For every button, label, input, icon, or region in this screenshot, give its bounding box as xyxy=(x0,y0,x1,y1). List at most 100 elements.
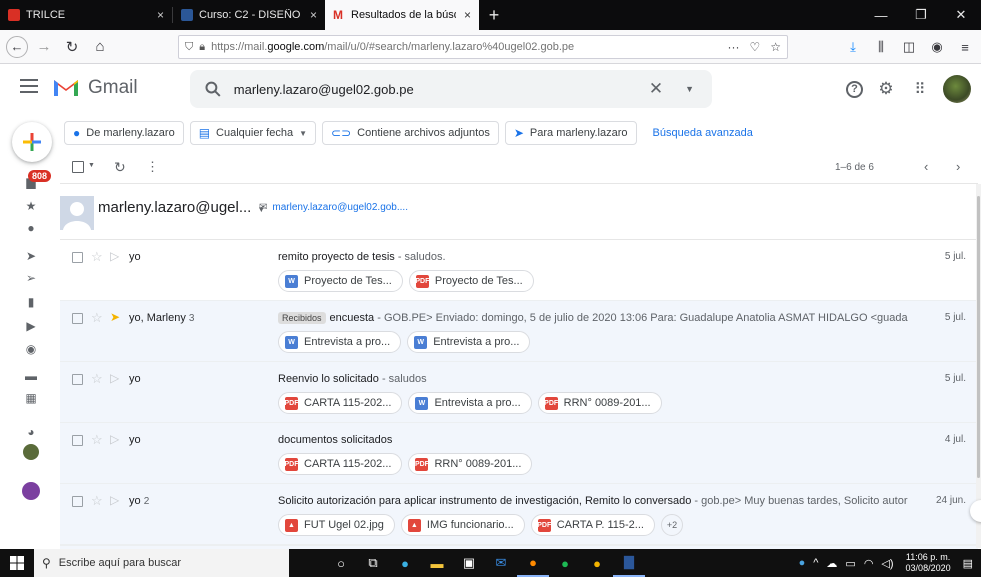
prev-page-icon[interactable]: ‹ xyxy=(924,159,928,174)
message-row[interactable]: ☆ ▷ yo Reenvio lo solicitado - saludos 5 jul… xyxy=(60,362,978,423)
message-row[interactable]: ☆ ▷ yo documentos solicitados 4 jul. PDF CARTA… xyxy=(60,423,978,484)
mail-icon[interactable]: ✉ xyxy=(485,549,517,577)
home-icon[interactable]: ⌂ xyxy=(88,35,112,59)
chip-to[interactable]: ➤ Para marleny.lazaro xyxy=(504,121,637,145)
library-icon[interactable]: ⫼ xyxy=(869,39,893,55)
minimize-icon[interactable]: — xyxy=(861,0,901,30)
row-checkbox[interactable] xyxy=(72,313,83,324)
volume-icon[interactable]: ◁) xyxy=(881,557,893,570)
search-input[interactable] xyxy=(233,81,649,97)
more-options-icon[interactable]: ⋮ xyxy=(146,159,159,175)
attachment-chip[interactable]: W Entrevista a pro... xyxy=(278,331,402,353)
chip-date[interactable]: ▤ Cualquier fecha ▼ xyxy=(189,121,317,145)
menu-icon[interactable]: ≡ xyxy=(953,40,977,55)
browser-tab-gmail[interactable]: M Resultados de la búsqueda - gu × xyxy=(325,0,479,30)
message-row[interactable]: ☆ ▷ yo 2 Solicito autorización para aplicar… xyxy=(60,484,978,545)
row-checkbox[interactable] xyxy=(72,252,83,263)
more-attachments-badge[interactable]: +2 xyxy=(660,514,683,536)
notifications-icon[interactable]: ▤ xyxy=(963,557,973,570)
reload-icon[interactable]: ↻ xyxy=(60,35,84,59)
battery-icon[interactable]: ▭ xyxy=(845,557,855,570)
search-bar[interactable]: ✕ ▼ xyxy=(190,70,712,108)
word-icon[interactable]: ▇ xyxy=(613,549,645,577)
help-icon[interactable]: ? xyxy=(846,80,863,98)
attachment-chip[interactable]: W Entrevista a pro... xyxy=(407,331,531,353)
star-icon[interactable]: ☆ xyxy=(91,310,103,326)
chrome-icon[interactable]: ● xyxy=(581,549,613,577)
chip-from[interactable]: ● De marleny.lazaro xyxy=(64,121,184,145)
attachment-chip[interactable]: PDF CARTA 115-202... xyxy=(278,453,403,475)
taskbar-search-box[interactable]: ⚲ Escribe aquí para buscar xyxy=(34,549,289,577)
row-checkbox[interactable] xyxy=(72,435,83,446)
sent-icon[interactable]: ➢ xyxy=(25,272,37,284)
windows-start-button[interactable] xyxy=(0,549,34,577)
edge-icon[interactable]: ● xyxy=(389,549,421,577)
attachment-chip[interactable]: ▲ FUT Ugel 02.jpg xyxy=(278,514,395,536)
drafts-icon[interactable]: ▮ xyxy=(25,296,37,308)
browser-tab-trilce[interactable]: TRILCE × xyxy=(0,0,172,30)
file-explorer-icon[interactable]: ▬ xyxy=(421,549,453,577)
contact-avatar-icon[interactable] xyxy=(23,444,39,460)
attachment-chip[interactable]: PDF RRN° 0089-201... xyxy=(408,453,533,475)
url-bar[interactable]: ⛉ 🔒︎ https://mail.google.com/mail/u/0/#s… xyxy=(178,35,788,59)
message-row[interactable]: ☆ ➤ yo, Marleny 3 Recibidos encuesta - GOB.P… xyxy=(60,301,978,362)
attachment-chip[interactable]: W Proyecto de Tes... xyxy=(278,270,403,292)
row-checkbox[interactable] xyxy=(72,374,83,385)
cloud-icon[interactable]: ☁ xyxy=(826,557,837,570)
store-icon[interactable]: ▣ xyxy=(453,549,485,577)
attachment-chip[interactable]: PDF CARTA 115-202... xyxy=(278,392,403,414)
page-actions-icon[interactable]: ··· xyxy=(727,40,739,54)
select-all-checkbox[interactable] xyxy=(72,161,84,173)
importance-marker-icon[interactable]: ➤ xyxy=(110,310,120,324)
labels-icon[interactable]: ▶ xyxy=(25,320,37,332)
main-menu-icon[interactable] xyxy=(20,79,38,93)
attachment-chip[interactable]: PDF RRN° 0089-201... xyxy=(537,392,662,414)
advanced-search-link[interactable]: Búsqueda avanzada xyxy=(653,127,753,139)
wifi-icon[interactable]: ◠ xyxy=(864,557,874,570)
snoozed-icon[interactable]: ● xyxy=(25,222,37,234)
star-icon[interactable]: ☆ xyxy=(91,493,103,509)
firefox-icon[interactable]: ● xyxy=(517,549,549,577)
message-row[interactable]: ☆ ▷ yo remito proyecto de tesis - saludos. 5… xyxy=(60,240,978,301)
close-tab-icon[interactable]: × xyxy=(157,8,164,22)
spotify-icon[interactable]: ● xyxy=(549,549,581,577)
attachment-chip[interactable]: PDF CARTA P. 115-2... xyxy=(530,514,655,536)
star-icon[interactable]: ☆ xyxy=(91,432,103,448)
browser-tab-curso[interactable]: Curso: C2 - DISEÑO Y DESARRO × xyxy=(173,0,325,30)
close-window-icon[interactable]: ✕ xyxy=(941,0,981,30)
importance-marker-icon[interactable]: ▷ xyxy=(110,371,119,385)
cortana-icon[interactable]: ○ xyxy=(325,549,357,577)
chevron-up-icon[interactable]: ^ xyxy=(813,557,818,569)
bookmark-star-icon[interactable]: ☆ xyxy=(770,40,781,54)
apps-grid-icon[interactable]: ⠿ xyxy=(909,78,931,100)
chip-attachments[interactable]: ⊂⊃ Contiene archivos adjuntos xyxy=(322,121,499,145)
account-avatar[interactable] xyxy=(943,75,971,103)
new-tab-button[interactable]: + xyxy=(479,0,509,30)
compose-button[interactable] xyxy=(12,122,52,162)
label-chip[interactable]: Recibidos xyxy=(278,312,326,324)
close-tab-icon[interactable]: × xyxy=(310,8,317,22)
contact-avatar-2-icon[interactable] xyxy=(22,482,40,500)
meet-icon[interactable]: ◉ xyxy=(25,343,37,355)
account-icon[interactable]: ◉ xyxy=(925,39,949,55)
scrollbar-thumb[interactable] xyxy=(977,196,980,478)
row-checkbox[interactable] xyxy=(72,496,83,507)
video-icon[interactable]: ▬ xyxy=(25,370,37,382)
importance-marker-icon[interactable]: ▷ xyxy=(110,493,119,507)
starred-icon[interactable]: ★ xyxy=(25,200,37,212)
close-tab-icon[interactable]: × xyxy=(464,8,471,22)
forward-arrow-icon[interactable]: → xyxy=(32,35,56,59)
refresh-icon[interactable]: ↻ xyxy=(114,159,126,176)
importance-marker-icon[interactable]: ▷ xyxy=(110,432,119,446)
task-view-icon[interactable]: ⧉ xyxy=(357,549,389,577)
importance-marker-icon[interactable]: ▷ xyxy=(110,249,119,263)
search-options-icon[interactable]: ▼ xyxy=(685,84,694,94)
sidebar-toggle-icon[interactable]: ◫ xyxy=(897,39,921,55)
star-icon[interactable]: ☆ xyxy=(91,249,103,265)
search-icon[interactable] xyxy=(204,80,222,98)
back-arrow-icon[interactable]: ← xyxy=(6,35,28,58)
attachment-chip[interactable]: ▲ IMG funcionario... xyxy=(400,514,525,536)
contact-name[interactable]: marleny.lazaro@ugel... ▼ xyxy=(98,199,265,216)
select-dropdown-icon[interactable]: ▼ xyxy=(88,162,95,169)
settings-gear-icon[interactable]: ⚙ xyxy=(875,78,897,100)
